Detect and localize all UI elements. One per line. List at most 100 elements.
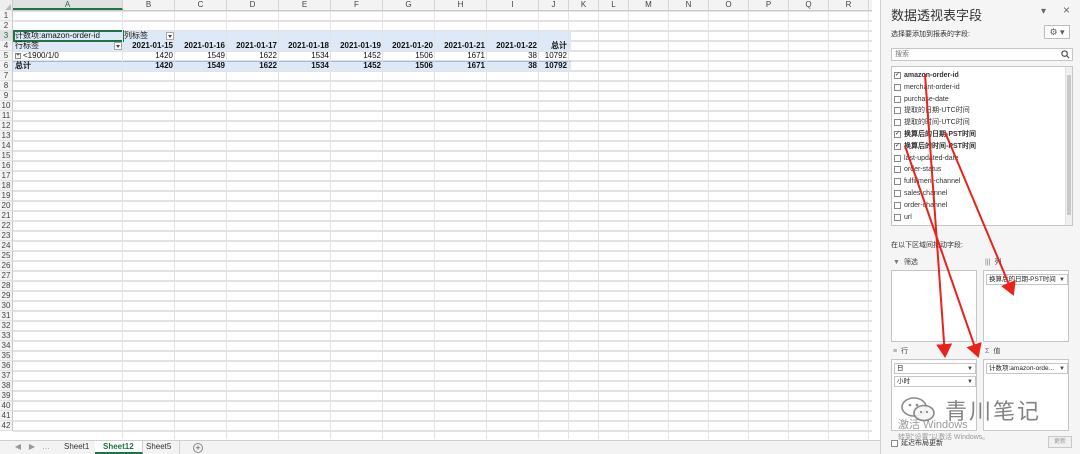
tab-scroll-left-icon[interactable]: ◀: [14, 443, 22, 451]
pivot-value-cell[interactable]: 1671: [435, 51, 487, 61]
row-header-37[interactable]: 37: [0, 371, 13, 381]
columns-field-chip[interactable]: 换算后的日期-PST时间 ▼: [986, 274, 1068, 285]
field-item[interactable]: sales-channel: [892, 188, 947, 200]
row-labels-filter-dropdown[interactable]: [114, 42, 122, 50]
search-input[interactable]: 搜索: [891, 48, 1073, 61]
rows-field-chip-hour[interactable]: 小时 ▼: [894, 376, 976, 387]
checkbox-icon[interactable]: [894, 119, 901, 127]
row-header-28[interactable]: 28: [0, 281, 13, 291]
rows-field-chip-day[interactable]: 日 ▼: [894, 363, 976, 374]
columns-area[interactable]: 换算后的日期-PST时间 ▼: [983, 270, 1069, 342]
row-header-34[interactable]: 34: [0, 341, 13, 351]
row-header-22[interactable]: 22: [0, 221, 13, 231]
pivot-total-cell[interactable]: 1506: [383, 61, 435, 71]
pane-menu-icon[interactable]: ▾: [1041, 6, 1046, 17]
pivot-date-header[interactable]: 2021-01-16: [175, 41, 227, 51]
pivot-value-cell[interactable]: 38: [487, 51, 539, 61]
row-header-16[interactable]: 16: [0, 161, 13, 171]
field-item[interactable]: 提取的日期-UTC时间: [892, 105, 970, 117]
pivot-value-cell[interactable]: 1622: [227, 51, 279, 61]
field-item[interactable]: order-channel: [892, 200, 947, 212]
row-header-42[interactable]: 42: [0, 421, 13, 431]
row-header-1[interactable]: 1: [0, 11, 13, 21]
pivot-value-cell[interactable]: 1452: [331, 51, 383, 61]
column-header-j[interactable]: J: [539, 0, 569, 10]
row-header-5[interactable]: 5: [0, 51, 13, 61]
field-item[interactable]: fulfillment-channel: [892, 176, 960, 188]
chevron-down-icon[interactable]: ▼: [1059, 275, 1065, 284]
update-button[interactable]: 更新: [1048, 436, 1072, 448]
row-header-31[interactable]: 31: [0, 311, 13, 321]
pivot-total-cell[interactable]: 1534: [279, 61, 331, 71]
row-header-35[interactable]: 35: [0, 351, 13, 361]
row-header-27[interactable]: 27: [0, 271, 13, 281]
field-item[interactable]: merchant-order-id: [892, 82, 960, 94]
sheet-tab-sheet12[interactable]: Sheet12: [95, 441, 143, 454]
row-header-30[interactable]: 30: [0, 301, 13, 311]
row-header-17[interactable]: 17: [0, 171, 13, 181]
pivot-date-header[interactable]: 总计: [539, 41, 569, 51]
field-item[interactable]: purchase-date: [892, 94, 949, 106]
pivot-value-cell[interactable]: 1506: [383, 51, 435, 61]
chevron-down-icon[interactable]: ▼: [1059, 364, 1065, 373]
add-sheet-icon[interactable]: +: [193, 443, 203, 453]
pivot-total-cell[interactable]: 1452: [331, 61, 383, 71]
column-header-n[interactable]: N: [669, 0, 709, 10]
pivot-total-cell[interactable]: 10792: [539, 61, 569, 71]
row-header-4[interactable]: 4: [0, 41, 13, 51]
checkbox-icon[interactable]: [894, 190, 901, 197]
pivot-value-cell[interactable]: 10792: [539, 51, 569, 61]
column-header-a[interactable]: A: [13, 0, 123, 10]
column-labels-filter-dropdown[interactable]: [166, 32, 174, 40]
pivot-total-cell[interactable]: 38: [487, 61, 539, 71]
row-header-13[interactable]: 13: [0, 131, 13, 141]
gear-icon[interactable]: ⚙ ▾: [1044, 25, 1070, 39]
pivot-column-labels-header[interactable]: 列标签: [124, 31, 164, 41]
pivot-date-header[interactable]: 2021-01-21: [435, 41, 487, 51]
field-list-scrollbar[interactable]: [1065, 67, 1072, 225]
row-header-36[interactable]: 36: [0, 361, 13, 371]
tab-more-icon[interactable]: …: [42, 443, 50, 451]
row-header-33[interactable]: 33: [0, 331, 13, 341]
column-header-b[interactable]: B: [123, 0, 175, 10]
close-icon[interactable]: ×: [1063, 3, 1070, 17]
row-header-11[interactable]: 11: [0, 111, 13, 121]
row-header-38[interactable]: 38: [0, 381, 13, 391]
checkbox-icon[interactable]: [894, 166, 901, 174]
column-header-k[interactable]: K: [569, 0, 599, 10]
pivot-date-header[interactable]: 2021-01-18: [279, 41, 331, 51]
row-header-6[interactable]: 6: [0, 61, 13, 71]
row-header-29[interactable]: 29: [0, 291, 13, 301]
pivot-date-header[interactable]: 2021-01-17: [227, 41, 279, 51]
row-header-23[interactable]: 23: [0, 231, 13, 241]
column-header-p[interactable]: P: [749, 0, 789, 10]
defer-checkbox[interactable]: [891, 439, 898, 447]
checkbox-icon[interactable]: [894, 213, 901, 221]
pivot-total-cell[interactable]: 1671: [435, 61, 487, 71]
pivot-total-label[interactable]: 总计: [15, 61, 121, 71]
pivot-row-labels-header[interactable]: 行标签: [15, 41, 115, 51]
expand-icon[interactable]: +: [15, 52, 21, 59]
row-header-10[interactable]: 10: [0, 101, 13, 111]
checkbox-icon[interactable]: [894, 201, 901, 209]
row-header-26[interactable]: 26: [0, 261, 13, 271]
pivot-row-item[interactable]: + <1900/1/0: [15, 51, 121, 61]
column-header-h[interactable]: H: [435, 0, 487, 10]
checkbox-icon[interactable]: [894, 107, 901, 115]
pivot-total-cell[interactable]: 1622: [227, 61, 279, 71]
row-header-21[interactable]: 21: [0, 211, 13, 221]
checkbox-icon[interactable]: [894, 95, 901, 103]
sheet-tab-sheet1[interactable]: Sheet1: [56, 441, 99, 454]
row-header-14[interactable]: 14: [0, 141, 13, 151]
row-header-15[interactable]: 15: [0, 151, 13, 161]
sheet-tab-sheet5[interactable]: Sheet5: [138, 441, 181, 454]
column-header-f[interactable]: F: [331, 0, 383, 10]
row-header-12[interactable]: 12: [0, 121, 13, 131]
pivot-date-header[interactable]: 2021-01-20: [383, 41, 435, 51]
pivot-date-header[interactable]: 2021-01-22: [487, 41, 539, 51]
filter-area[interactable]: [891, 270, 977, 342]
field-item[interactable]: last-updated-date: [892, 153, 958, 165]
chevron-down-icon[interactable]: ▼: [967, 364, 973, 373]
row-header-39[interactable]: 39: [0, 391, 13, 401]
field-item[interactable]: ✓ amazon-order-id: [892, 70, 959, 82]
